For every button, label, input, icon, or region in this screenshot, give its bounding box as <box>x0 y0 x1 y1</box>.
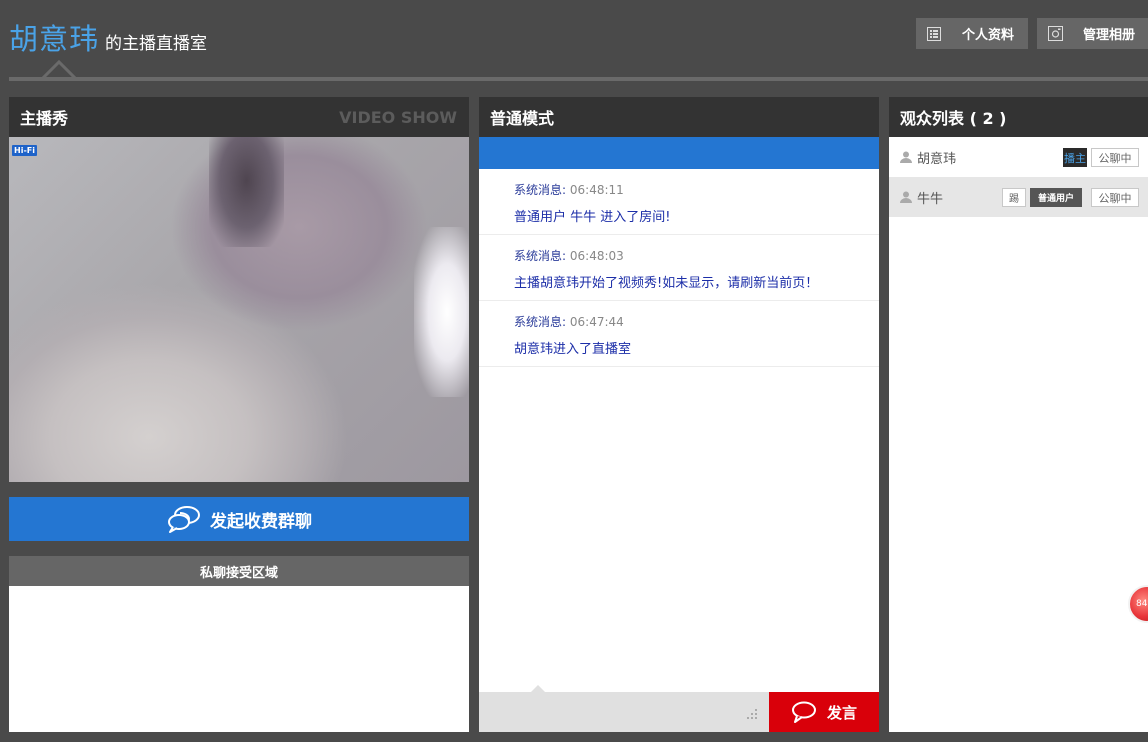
paid-group-chat-button[interactable]: 发起收费群聊 <box>9 497 469 541</box>
room-title-suffix: 的主播直播室 <box>105 34 208 54</box>
message-sender: 系统消息: <box>514 315 567 329</box>
video-panel-header: 主播秀 VIDEO SHOW <box>9 97 469 137</box>
message-sender: 系统消息: <box>514 183 567 197</box>
message-text: 普通用户 牛牛 进入了房间! <box>514 210 671 225</box>
camera-icon <box>1047 26 1063 42</box>
audience-name[interactable]: 胡意玮 <box>917 148 956 167</box>
message-text: 主播胡意玮开始了视频秀!如未显示，请刷新当前页！ <box>514 276 819 291</box>
chat-panel-header: 普通模式 <box>479 97 879 137</box>
send-button-label: 发言 <box>826 704 857 722</box>
floating-badge-text: 84 <box>1136 599 1148 609</box>
user-icon <box>900 191 912 203</box>
user-icon <box>900 151 912 163</box>
manage-album-button[interactable]: 管理相册 <box>1037 18 1148 49</box>
profile-button-label: 个人资料 <box>962 28 1015 43</box>
private-chat-header: 私聊接受区域 <box>9 556 469 586</box>
chat-bubbles-icon <box>166 505 202 533</box>
host-role-tag: 播主 <box>1063 148 1087 167</box>
kick-user-button[interactable]: 踢 <box>1002 188 1026 207</box>
private-chat-area[interactable] <box>9 586 469 732</box>
send-message-button[interactable]: 发言 <box>769 692 879 732</box>
private-chat-title: 私聊接受区域 <box>199 565 278 581</box>
audience-panel-header: 观众列表 ( 2 ) <box>889 97 1148 137</box>
message-sender: 系统消息: <box>514 249 567 263</box>
host-name[interactable]: 胡意玮 <box>9 16 99 58</box>
audience-list-title: 观众列表 ( 2 ) <box>900 109 1007 128</box>
profile-button[interactable]: 个人资料 <box>916 18 1028 49</box>
list-icon <box>926 26 942 42</box>
message-text: 胡意玮进入了直播室 <box>514 342 632 357</box>
audience-list: 胡意玮 播主 公聊中 牛牛 踢 普通用户 公聊中 <box>889 137 1148 732</box>
video-frame-detail <box>209 137 284 247</box>
message-time: 06:47:44 <box>569 315 624 329</box>
normal-user-tag: 普通用户 <box>1030 188 1082 207</box>
header-divider <box>9 77 1148 81</box>
paid-group-chat-label: 发起收费群聊 <box>210 511 312 531</box>
room-title: 胡意玮 的主播直播室 <box>9 16 207 58</box>
hifi-badge: Hi-Fi <box>12 145 37 156</box>
page-header: 胡意玮 的主播直播室 个人资料 管理相册 <box>0 0 1148 97</box>
audience-row[interactable]: 牛牛 踢 普通用户 公聊中 <box>889 177 1148 217</box>
video-show-watermark: VIDEO SHOW <box>339 107 457 127</box>
chat-message: 系统消息: 06:48:03 主播胡意玮开始了视频秀!如未显示，请刷新当前页！ <box>479 235 879 301</box>
resize-grip-icon[interactable] <box>744 706 758 720</box>
chat-input[interactable] <box>479 692 769 732</box>
chat-input-row: 发言 <box>479 685 879 732</box>
chat-toolbar <box>479 137 879 169</box>
speech-bubble-icon <box>791 701 817 723</box>
message-time: 06:48:03 <box>569 249 624 263</box>
public-chat-tag[interactable]: 公聊中 <box>1091 188 1139 207</box>
message-time: 06:48:11 <box>569 183 624 197</box>
video-stream[interactable]: Hi-Fi <box>9 137 469 482</box>
audience-row[interactable]: 胡意玮 播主 公聊中 <box>889 137 1148 177</box>
chat-mode-title: 普通模式 <box>490 109 555 128</box>
audience-name[interactable]: 牛牛 <box>917 188 943 207</box>
manage-album-button-label: 管理相册 <box>1083 28 1136 43</box>
public-chat-tag[interactable]: 公聊中 <box>1091 148 1139 167</box>
chat-message: 系统消息: 06:47:44 胡意玮进入了直播室 <box>479 301 879 367</box>
chat-message-list[interactable]: 系统消息: 06:48:11 普通用户 牛牛 进入了房间! 系统消息: 06:4… <box>479 169 879 692</box>
video-frame-highlight <box>414 227 469 397</box>
video-panel-title: 主播秀 <box>20 109 69 128</box>
chat-message: 系统消息: 06:48:11 普通用户 牛牛 进入了房间! <box>479 169 879 235</box>
